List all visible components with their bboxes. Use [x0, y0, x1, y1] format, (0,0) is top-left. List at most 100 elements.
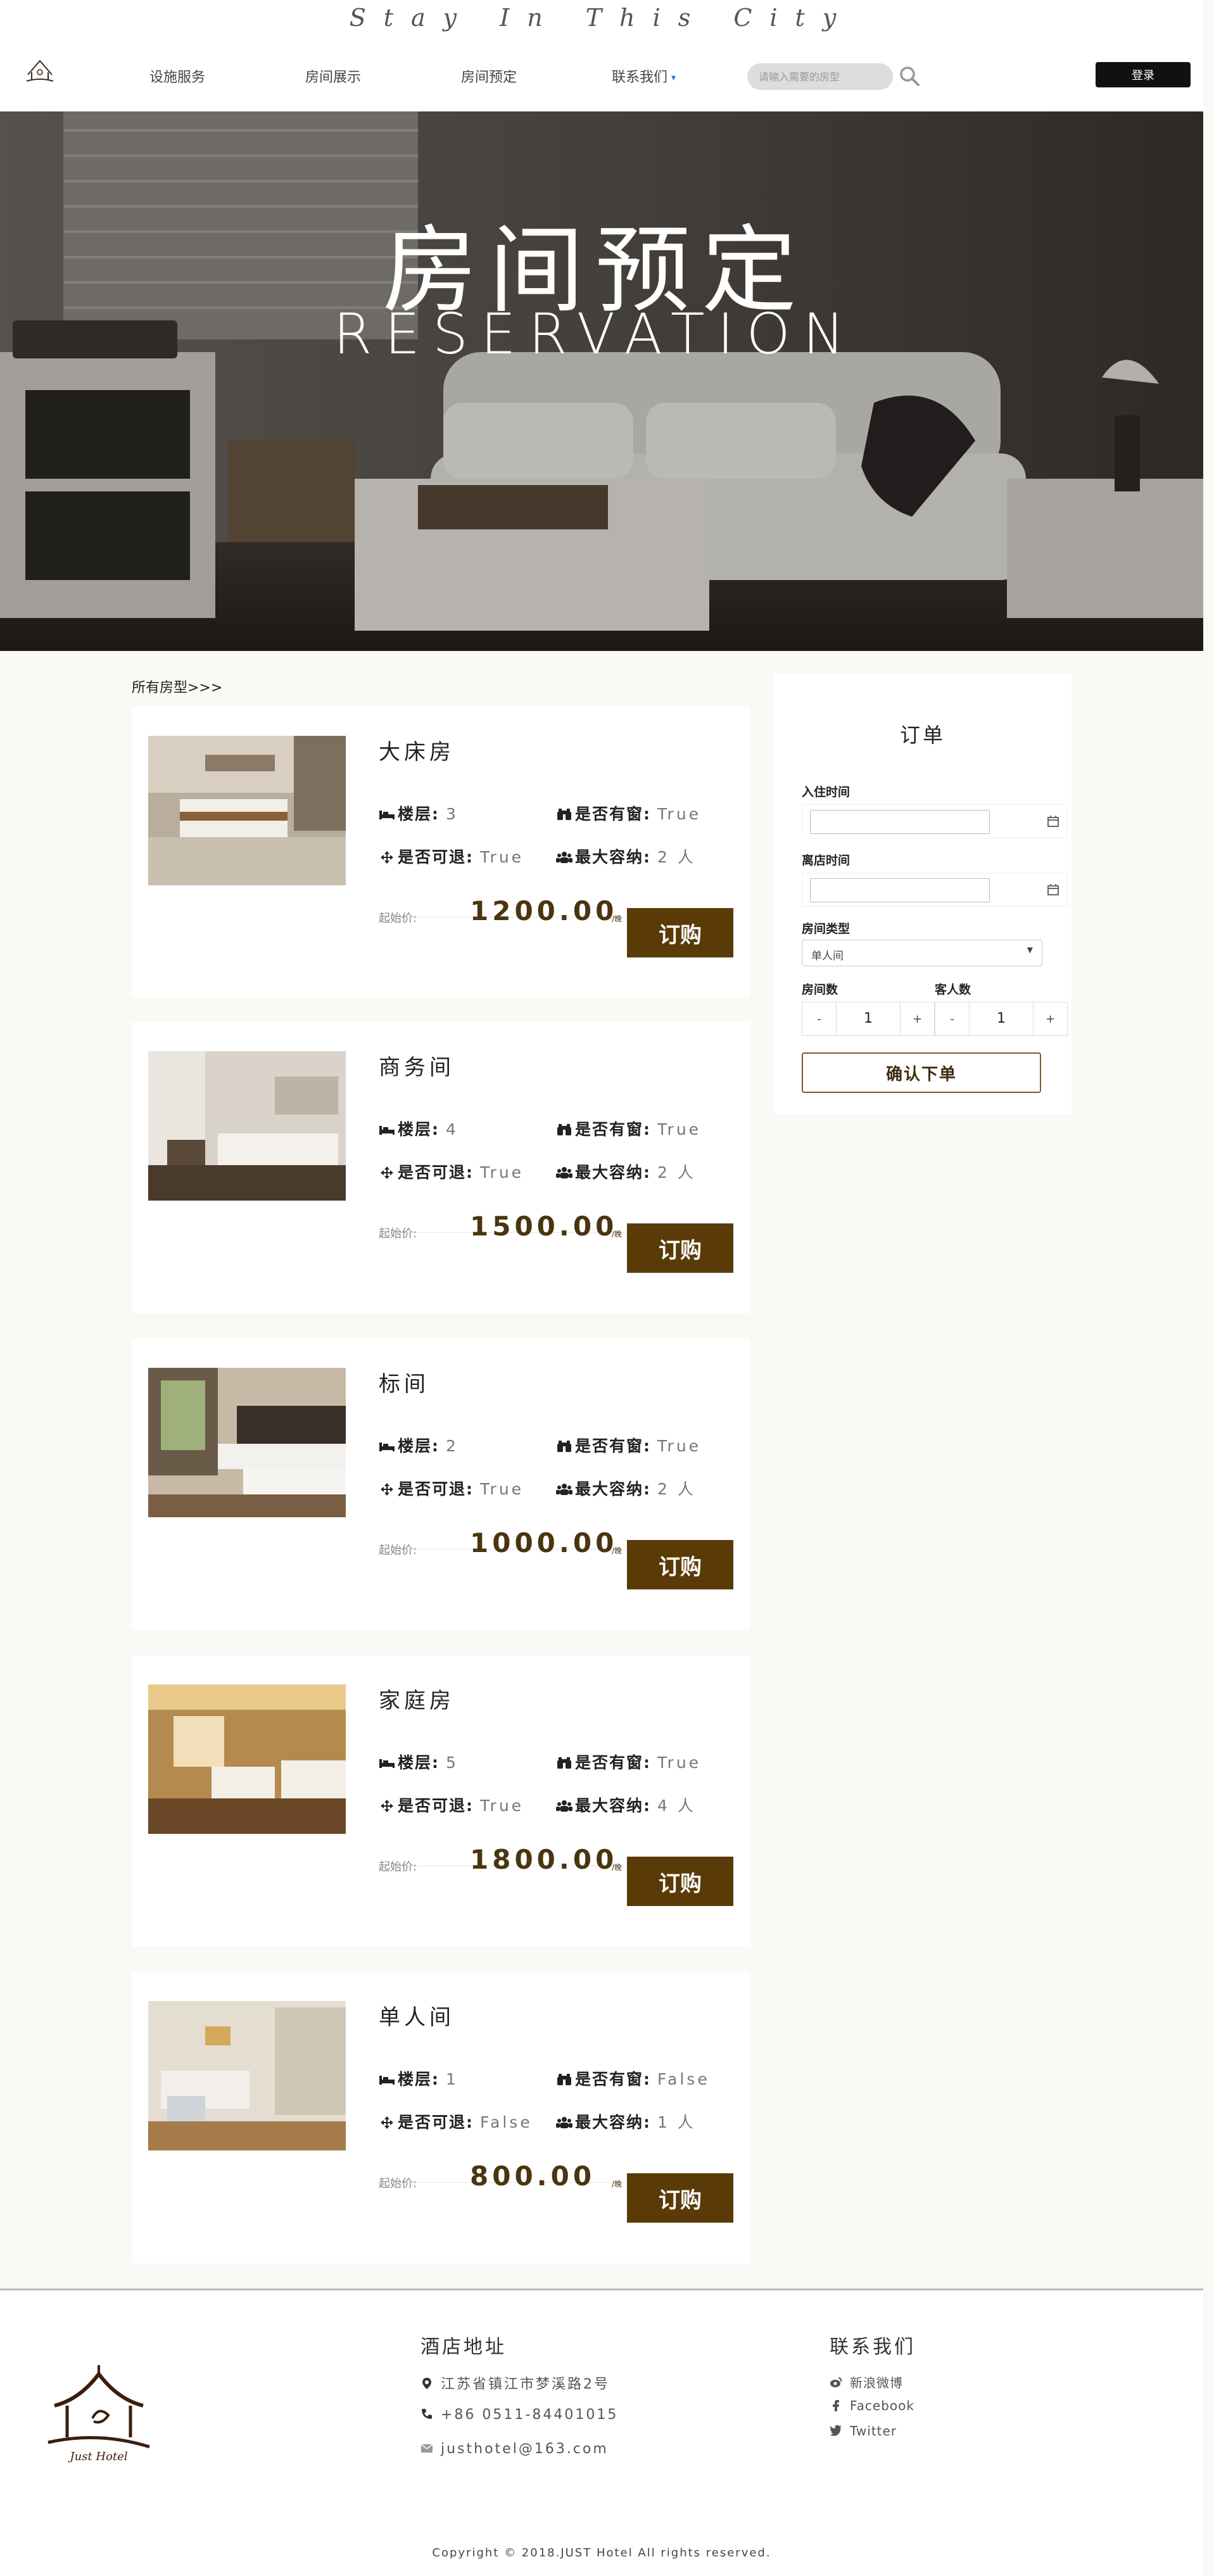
room-card: 单人间 楼层: 1 是否有窗: False 是否可退: False 最大容纳: …: [132, 1972, 750, 2263]
room-price: 1800.00: [470, 1844, 618, 1875]
room-refund: 是否可退: True: [379, 845, 524, 868]
room-capacity: 最大容纳: 2 人: [556, 1160, 696, 1183]
bed-icon: [379, 1759, 395, 1768]
confirm-order-button[interactable]: 确认下单: [802, 1052, 1041, 1093]
breadcrumb[interactable]: 所有房型>>>: [132, 676, 222, 697]
nav-contact-label: 联系我们: [612, 70, 668, 85]
price-unit: /晚: [612, 1230, 623, 1239]
checkout-date-group: [802, 873, 1068, 907]
hero-banner: 房间预定 RESERVATION: [0, 111, 1203, 651]
room-capacity: 最大容纳: 2 人: [556, 845, 696, 868]
bed-icon: [379, 811, 395, 819]
room-name: 商务间: [379, 1055, 455, 1080]
address-line: 江苏省镇江市梦溪路2号: [420, 2373, 610, 2393]
login-button[interactable]: 登录: [1096, 62, 1191, 87]
bed-icon: [379, 2076, 395, 2085]
envelope-icon: [420, 2444, 433, 2453]
contact-heading: 联系我们: [830, 2336, 916, 2358]
room-photo[interactable]: [148, 736, 346, 885]
nav-reservation[interactable]: 房间预定: [461, 66, 517, 86]
buy-button[interactable]: 订购: [627, 1540, 733, 1589]
hotel-logo-icon[interactable]: [24, 56, 56, 84]
search-icon[interactable]: [898, 65, 921, 87]
buy-button[interactable]: 订购: [627, 1223, 733, 1273]
buy-button[interactable]: 订购: [627, 2173, 733, 2223]
checkin-date-group: [802, 804, 1068, 838]
room-count-plus-button[interactable]: +: [900, 1002, 934, 1035]
facebook-link[interactable]: Facebook: [830, 2398, 914, 2413]
price-label: 起始价:: [379, 1860, 417, 1874]
users-icon: [556, 1167, 572, 1178]
checkin-date-input[interactable]: [810, 810, 990, 834]
hotel-logo: Just Hotel: [47, 2365, 150, 2463]
arrows-move-icon: [381, 2116, 393, 2129]
room-type-select[interactable]: 单人间 ▼: [802, 940, 1042, 966]
room-card: 标间 楼层: 2 是否有窗: True 是否可退: True 最大容纳: 2 人…: [132, 1339, 750, 1630]
room-card: 家庭房 楼层: 5 是否有窗: True 是否可退: True 最大容纳: 4 …: [132, 1655, 750, 1947]
room-capacity: 最大容纳: 4 人: [556, 1793, 696, 1816]
room-price: 1000.00: [470, 1527, 618, 1558]
calendar-icon[interactable]: [1047, 883, 1059, 896]
binoculars-icon: [557, 1124, 571, 1135]
nav-rooms[interactable]: 房间展示: [305, 66, 361, 86]
room-window: 是否有窗: True: [556, 1750, 701, 1773]
guest-count-minus-button[interactable]: -: [935, 1002, 970, 1035]
phone-line: +86 0511-84401015: [420, 2407, 618, 2423]
room-photo[interactable]: [148, 1684, 346, 1834]
checkout-label: 离店时间: [802, 854, 850, 868]
room-count-value[interactable]: 1: [837, 1002, 900, 1035]
calendar-icon[interactable]: [1047, 815, 1059, 828]
binoculars-icon: [557, 2074, 571, 2085]
svg-text:Just Hotel: Just Hotel: [67, 2450, 127, 2463]
room-window: 是否有窗: True: [556, 802, 701, 824]
guest-count-plus-button[interactable]: +: [1033, 1002, 1067, 1035]
weibo-link[interactable]: 新浪微博: [830, 2373, 903, 2391]
room-floor: 楼层: 5: [379, 1750, 458, 1773]
room-price: 1200.00: [470, 895, 618, 926]
room-photo[interactable]: [148, 1051, 346, 1201]
room-window: 是否有窗: False: [556, 2067, 710, 2090]
address-heading: 酒店地址: [420, 2336, 507, 2358]
price-label: 起始价:: [379, 1227, 417, 1241]
room-count-minus-button[interactable]: -: [802, 1002, 837, 1035]
hero-room-image: [0, 111, 1203, 651]
room-floor: 楼层: 2: [379, 1434, 458, 1456]
nav-facilities[interactable]: 设施服务: [149, 66, 205, 86]
room-price: 800.00: [470, 2161, 596, 2192]
email-line: justhotel@163.com: [420, 2441, 609, 2457]
arrows-move-icon: [381, 1166, 393, 1179]
site-footer: Just Hotel 酒店地址 江苏省镇江市梦溪路2号 +86 0511-844…: [0, 2289, 1203, 2576]
price-unit: /晚: [612, 2180, 623, 2188]
checkin-label: 入住时间: [802, 785, 850, 799]
room-capacity: 最大容纳: 1 人: [556, 2110, 696, 2133]
buy-button[interactable]: 订购: [627, 1857, 733, 1906]
room-photo[interactable]: [148, 2001, 346, 2150]
binoculars-icon: [557, 809, 571, 820]
caret-down-icon: ▾: [671, 73, 676, 83]
price-label: 起始价:: [379, 912, 417, 925]
room-type-value: 单人间: [811, 950, 844, 963]
room-price: 1500.00: [470, 1211, 618, 1242]
twitter-link[interactable]: Twitter: [830, 2423, 897, 2439]
guest-count-value[interactable]: 1: [970, 1002, 1033, 1035]
search-input[interactable]: [747, 63, 893, 90]
room-floor: 楼层: 3: [379, 802, 458, 824]
site-tagline: Stay In This City: [349, 4, 854, 32]
guest-count-stepper: - 1 +: [935, 1002, 1068, 1036]
binoculars-icon: [557, 1441, 571, 1452]
nav-contact-dropdown[interactable]: 联系我们 ▾: [612, 66, 676, 86]
room-window: 是否有窗: True: [556, 1434, 701, 1456]
room-window: 是否有窗: True: [556, 1117, 701, 1140]
copyright: Copyright © 2018.JUST Hotel All rights r…: [432, 2546, 771, 2560]
buy-button[interactable]: 订购: [627, 908, 733, 957]
room-count-label: 房间数: [802, 983, 838, 997]
facebook-icon: [833, 2400, 839, 2411]
site-header: Stay In This City 设施服务 房间展示 房间预定 联系我们▾ 登…: [0, 0, 1203, 111]
checkout-date-input[interactable]: [810, 878, 990, 902]
room-name: 标间: [379, 1372, 429, 1397]
room-card: 商务间 楼层: 4 是否有窗: True 是否可退: True 最大容纳: 2 …: [132, 1022, 750, 1313]
binoculars-icon: [557, 1757, 571, 1769]
room-photo[interactable]: [148, 1368, 346, 1517]
room-type-label: 房间类型: [802, 922, 850, 936]
price-unit: /晚: [612, 914, 623, 923]
